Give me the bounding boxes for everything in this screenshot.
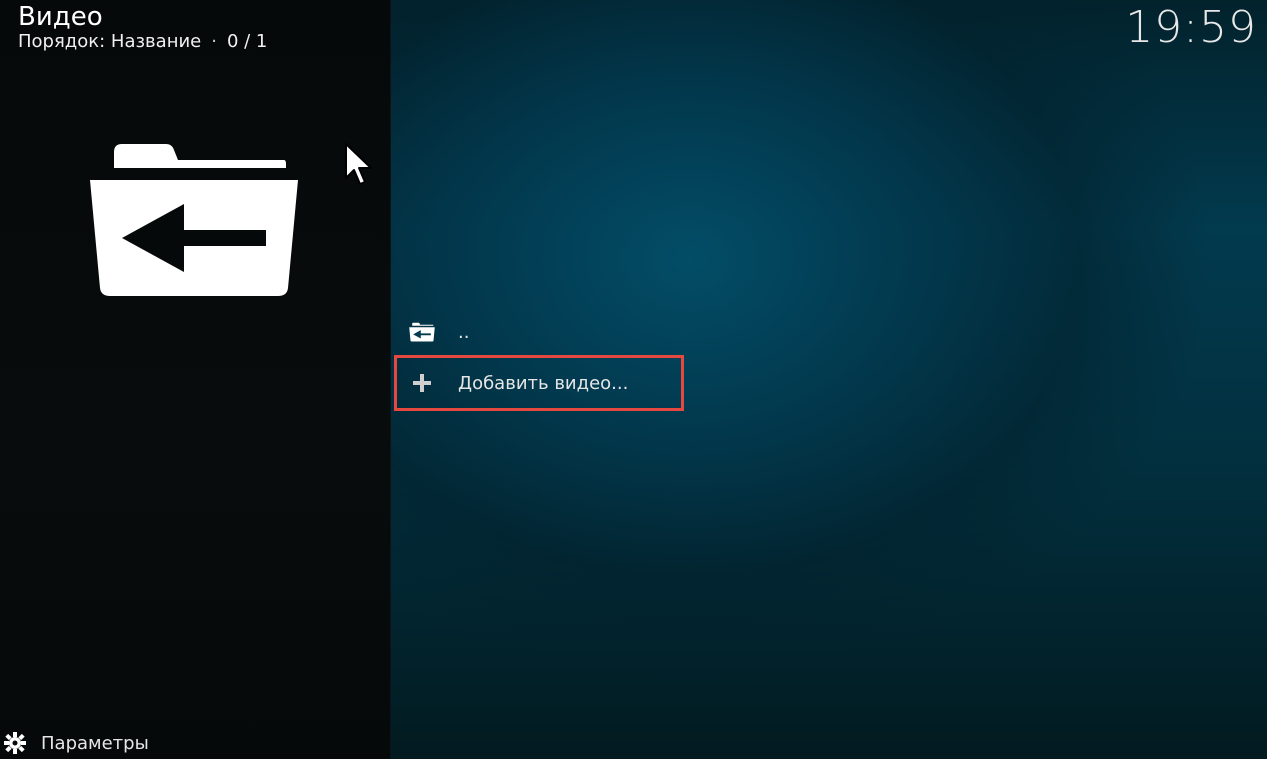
separator: ·	[211, 31, 217, 52]
item-count: 0 / 1	[226, 31, 268, 52]
gear-icon	[4, 732, 26, 754]
sort-info: Порядок: Название · 0 / 1	[18, 30, 267, 54]
plus-icon	[409, 373, 435, 393]
left-panel: Видео Порядок: Название · 0 / 1	[0, 0, 391, 759]
settings-button[interactable]: Параметры	[4, 731, 149, 755]
page-title: Видео	[18, 2, 103, 32]
kodi-video-screen: Видео Порядок: Название · 0 / 1 19:59 ..…	[0, 0, 1267, 759]
sort-label: Порядок: Название	[18, 31, 202, 52]
folder-back-icon	[409, 322, 435, 342]
list-item-add-video[interactable]: Добавить видео...	[394, 355, 684, 411]
folder-back-icon	[90, 144, 298, 296]
list-item-label: Добавить видео...	[458, 372, 629, 394]
settings-label: Параметры	[41, 732, 149, 754]
list-item-label: ..	[458, 321, 470, 343]
file-list: .. Добавить видео...	[394, 307, 684, 411]
mouse-cursor-icon	[345, 143, 372, 185]
list-item-parent-folder[interactable]: ..	[396, 307, 682, 357]
clock: 19:59	[1125, 2, 1257, 53]
